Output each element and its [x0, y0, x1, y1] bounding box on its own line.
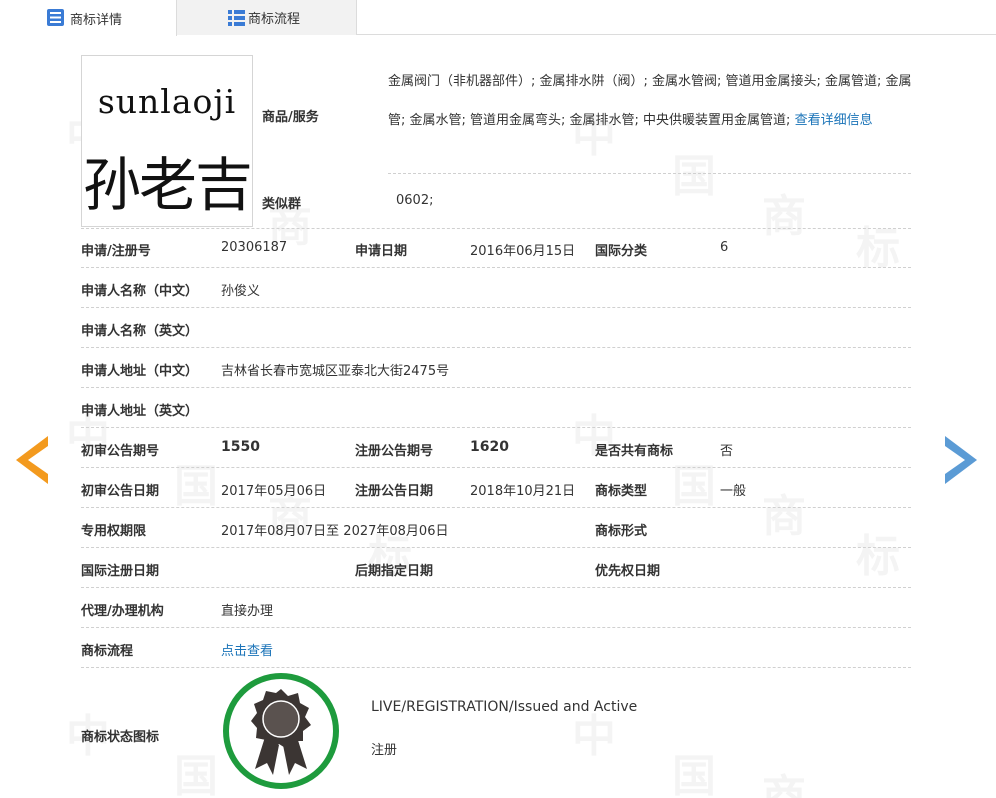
divider: [81, 427, 911, 428]
watermark-char: 国: [174, 740, 218, 798]
status-icon-label: 商标状态图标: [81, 726, 159, 745]
watermark-char: 国: [672, 450, 716, 514]
watermark-char: 商: [762, 480, 806, 544]
reg-pub-no-label: 注册公告期号: [355, 440, 433, 459]
applicant-cn-value: 孙俊义: [221, 280, 260, 299]
reg-pub-date-value: 2018年10月21日: [470, 480, 575, 499]
goods-text: 金属阀门（非机器部件）; 金属排水阱（阀）; 金属水管阀; 管道用金属接头; 金…: [388, 62, 913, 140]
similar-group-label: 类似群: [262, 193, 301, 212]
applicant-en-label: 申请人名称（英文）: [81, 320, 198, 339]
watermark-char: 商: [762, 760, 806, 798]
tab-label: 商标流程: [248, 8, 300, 27]
process-label: 商标流程: [81, 640, 133, 659]
divider: [81, 587, 911, 588]
divider: [81, 267, 911, 268]
divider: [81, 387, 911, 388]
watermark-char: 国: [174, 450, 218, 514]
trademark-logo-en: sunlaoji: [82, 82, 252, 121]
intl-reg-date-label: 国际注册日期: [81, 560, 159, 579]
divider: [81, 347, 911, 348]
prelim-date-label: 初审公告日期: [81, 480, 159, 499]
list-icon: [227, 8, 246, 27]
similar-group-value: 0602;: [396, 193, 433, 208]
trademark-logo-cn: 孙老吉: [82, 138, 252, 222]
shared-value: 否: [720, 440, 733, 459]
trademark-logo-image: sunlaoji 孙老吉: [81, 55, 253, 227]
tm-type-value: 一般: [720, 480, 746, 499]
exclusive-period-label: 专用权期限: [81, 520, 146, 539]
priority-date-label: 优先权日期: [595, 560, 660, 579]
divider: [81, 228, 911, 229]
divider: [81, 627, 911, 628]
applicant-cn-label: 申请人名称（中文）: [81, 280, 198, 299]
tab-bar: 商标详情 商标流程: [0, 0, 996, 35]
prelim-no-value: 1550: [221, 439, 260, 455]
prelim-date-value: 2017年05月06日: [221, 480, 326, 499]
watermark-char: 标: [856, 520, 900, 584]
divider: [81, 467, 911, 468]
next-arrow-icon[interactable]: [943, 436, 979, 484]
app-date-label: 申请日期: [355, 240, 407, 259]
reg-no-value: 20306187: [221, 240, 287, 255]
tab-trademark-process[interactable]: 商标流程: [177, 0, 357, 35]
watermark-char: 国: [672, 140, 716, 204]
address-cn-value: 吉林省长春市宽城区亚泰北大街2475号: [221, 360, 449, 379]
prev-arrow-icon[interactable]: [14, 436, 50, 484]
process-view-link[interactable]: 点击查看: [221, 640, 273, 659]
registered-badge-icon: [221, 671, 341, 791]
reg-pub-no-value: 1620: [470, 439, 509, 455]
agent-label: 代理/办理机构: [81, 600, 164, 619]
status-text-cn: 注册: [371, 739, 397, 758]
reg-no-label: 申请/注册号: [81, 240, 151, 259]
status-text-en: LIVE/REGISTRATION/Issued and Active: [371, 699, 637, 715]
intl-class-value: 6: [720, 240, 728, 255]
app-date-value: 2016年06月15日: [470, 240, 575, 259]
goods-label: 商品/服务: [262, 106, 319, 125]
tab-label: 商标详情: [70, 9, 122, 28]
exclusive-period-value: 2017年08月07日至 2027年08月06日: [221, 520, 448, 539]
intl-class-label: 国际分类: [595, 240, 647, 259]
address-en-label: 申请人地址（英文）: [81, 400, 198, 419]
shared-label: 是否共有商标: [595, 440, 673, 459]
divider: [81, 507, 911, 508]
prelim-no-label: 初审公告期号: [81, 440, 159, 459]
later-date-label: 后期指定日期: [355, 560, 433, 579]
tm-form-label: 商标形式: [595, 520, 647, 539]
divider: [81, 667, 911, 668]
tm-type-label: 商标类型: [595, 480, 647, 499]
watermark-char: 商: [762, 180, 806, 244]
watermark-char: 国: [672, 740, 716, 798]
tab-trademark-details[interactable]: 商标详情: [0, 0, 177, 36]
document-icon: [46, 8, 65, 27]
reg-pub-date-label: 注册公告日期: [355, 480, 433, 499]
divider: [388, 173, 911, 174]
divider: [81, 547, 911, 548]
view-details-link[interactable]: 查看详细信息: [795, 113, 873, 128]
divider: [81, 307, 911, 308]
agent-value: 直接办理: [221, 600, 273, 619]
address-cn-label: 申请人地址（中文）: [81, 360, 198, 379]
